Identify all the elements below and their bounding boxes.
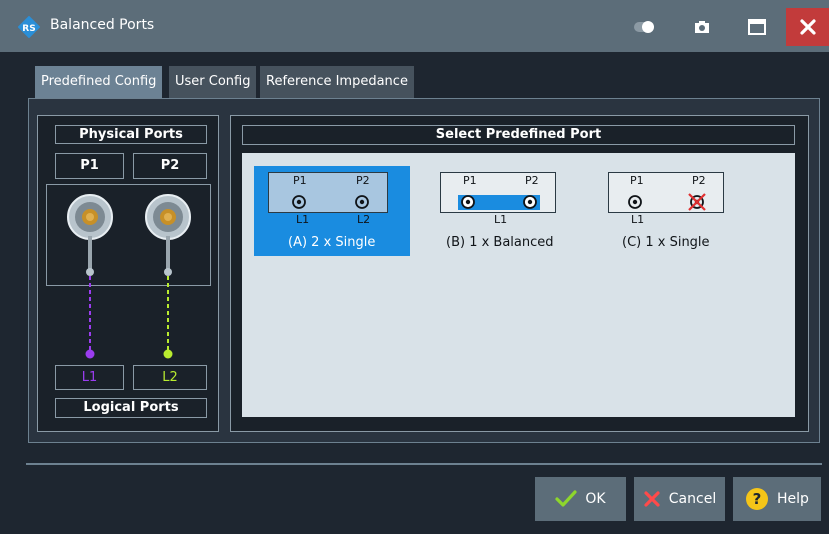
select-predefined-header: Select Predefined Port (242, 125, 795, 145)
help-button[interactable]: ? Help (733, 477, 821, 521)
tab-reference-impedance[interactable]: Reference Impedance (260, 66, 414, 98)
config-b-1x-balanced[interactable]: P1 P2 L1 (B) 1 x Balanced (426, 166, 566, 256)
cancel-label: Cancel (668, 491, 717, 507)
physical-port-p1: P1 (55, 153, 124, 179)
config-c-logical-l1: L1 (631, 213, 645, 226)
maximize-icon (748, 19, 766, 35)
footer-separator (26, 463, 822, 465)
ok-button[interactable]: OK (535, 477, 626, 521)
help-icon: ? (746, 488, 769, 510)
toggle-icon (634, 21, 654, 33)
config-b-logical-l1: L1 (494, 213, 508, 226)
config-c-diagram: P1 P2 (608, 172, 724, 213)
config-a-logical-l2: L2 (357, 213, 371, 226)
config-c-label: (C) 1 x Single (622, 235, 710, 250)
config-a-logical-l1: L1 (296, 213, 310, 226)
svg-text:?: ? (753, 490, 762, 508)
logical-port-l2: L2 (133, 365, 207, 390)
physical-port-p2: P2 (133, 153, 207, 179)
config-a-label: (A) 2 x Single (288, 235, 376, 250)
config-a-diagram: P1 P2 (268, 172, 388, 213)
cancel-x-icon (644, 491, 660, 507)
config-b-connectors-icon (458, 195, 540, 210)
cancel-button[interactable]: Cancel (634, 477, 725, 521)
toggle-button[interactable] (630, 12, 660, 42)
port-wiring-diagram (67, 194, 191, 359)
maximize-button[interactable] (742, 12, 772, 42)
svg-text:RS: RS (22, 24, 35, 34)
check-icon (555, 490, 577, 507)
logical-port-l1: L1 (55, 365, 124, 390)
connector-p1-icon (67, 194, 113, 276)
title-bar: RS Balanced Ports (0, 0, 829, 52)
logical-ports-footer: Logical Ports (55, 398, 207, 418)
ok-label: OK (585, 491, 606, 507)
tab-user-config[interactable]: User Config (169, 66, 257, 98)
config-a-connectors-icon (292, 195, 369, 209)
camera-icon (695, 21, 709, 33)
config-a-2x-single[interactable]: P1 P2 L1 L2 (A) 2 x Single (254, 166, 410, 256)
close-button[interactable] (786, 8, 829, 46)
window-title: Balanced Ports (50, 17, 155, 33)
close-icon (799, 19, 816, 35)
tab-predefined-config[interactable]: Predefined Config (35, 66, 163, 98)
logo-icon: RS (18, 16, 40, 38)
connector-p2-icon (145, 194, 191, 276)
config-b-label: (B) 1 x Balanced (446, 235, 554, 250)
help-label: Help (777, 491, 809, 507)
screenshot-button[interactable] (687, 12, 717, 42)
config-c-1x-single[interactable]: P1 P2 L1 (C) 1 x Single (594, 166, 734, 256)
config-c-connectors-icon (628, 193, 706, 211)
config-b-diagram: P1 P2 (440, 172, 556, 213)
physical-ports-header: Physical Ports (55, 125, 207, 144)
